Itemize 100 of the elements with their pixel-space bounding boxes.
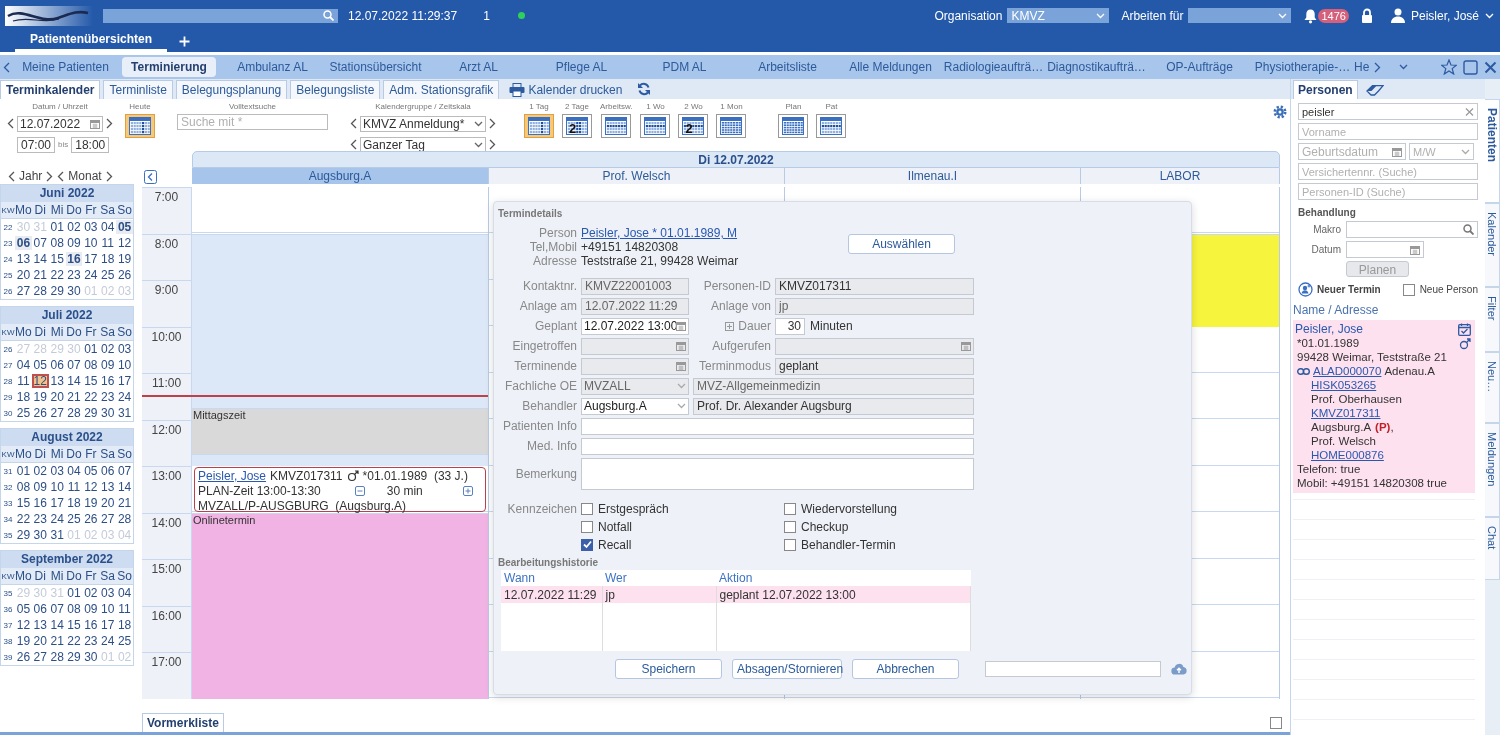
add-person-icon[interactable] (1298, 282, 1313, 297)
calendar-day[interactable]: 29 (48, 284, 66, 298)
checkbox[interactable] (784, 502, 796, 515)
module-tab[interactable]: Meine Patienten (14, 57, 117, 77)
calendar-icon[interactable] (676, 321, 686, 331)
dialog-button[interactable]: Absagen/Stornieren (732, 659, 842, 679)
calendar-day[interactable]: 13 (99, 480, 117, 494)
calendar-day[interactable]: 25 (99, 268, 117, 282)
calendar-day[interactable]: 19 (15, 634, 32, 648)
view-button[interactable] (716, 114, 747, 138)
side-tab[interactable]: Neu… (1485, 351, 1500, 423)
calendar-day[interactable]: 05 (116, 220, 133, 234)
calendar-day[interactable]: 29 (15, 528, 32, 542)
module-tab[interactable]: Radiologieaufträ… (942, 57, 1045, 77)
calendar-day[interactable]: 22 (15, 512, 32, 526)
calendar-day[interactable]: 19 (116, 252, 133, 266)
view-button[interactable] (601, 114, 632, 138)
calendar-day[interactable]: 10 (48, 480, 66, 494)
text-field[interactable]: KMVZ017311 (775, 277, 974, 295)
calendar-day[interactable]: 07 (65, 358, 83, 372)
module-tab[interactable]: Arbeitsliste (736, 57, 839, 77)
sub-tab[interactable]: Belegungsliste (290, 80, 381, 99)
sub-tab[interactable]: Belegungsplanung (175, 80, 288, 99)
calendar-day[interactable]: 15 (65, 618, 83, 632)
calendar-day[interactable]: 21 (65, 390, 83, 404)
chevron-down-icon[interactable] (474, 120, 483, 127)
calendar-day[interactable]: 11 (99, 236, 117, 250)
minus-box-icon[interactable] (354, 486, 365, 496)
input-field[interactable]: Personen-ID (Suche) (1298, 183, 1478, 200)
upload-field[interactable] (985, 661, 1161, 677)
calendar-day[interactable]: 30 (65, 284, 83, 298)
person-id-link[interactable]: ALAD000070 (1313, 364, 1382, 378)
today-button[interactable] (125, 114, 155, 138)
calendar-day[interactable]: 04 (99, 220, 117, 234)
column-header[interactable]: Prof. Welsch (489, 168, 785, 184)
calendar-day[interactable]: 25 (65, 512, 83, 526)
calendar-day[interactable]: 05 (31, 358, 49, 372)
calendar-day[interactable]: 01 (82, 342, 100, 356)
calendar-day[interactable]: 01 (48, 220, 66, 234)
chevron-left-icon[interactable] (7, 118, 14, 129)
calendar-day[interactable]: 26 (82, 512, 100, 526)
calendar-day[interactable]: 15 (15, 496, 32, 510)
calendar-day[interactable]: 20 (48, 390, 66, 404)
module-tab[interactable]: OP-Aufträge (1148, 57, 1251, 77)
calendar-day[interactable]: 15 (48, 252, 66, 266)
calendar-day[interactable]: 09 (82, 602, 100, 616)
calendar-day[interactable]: 01 (65, 586, 83, 600)
user-icon[interactable] (1390, 8, 1405, 23)
module-tab[interactable]: Ambulanz AL (221, 57, 324, 77)
calendar-day[interactable]: 30 (31, 528, 49, 542)
side-tab[interactable]: Kalender (1485, 203, 1500, 288)
calendar-day[interactable]: 11 (15, 374, 32, 388)
calendar-day[interactable]: 02 (31, 464, 49, 478)
chevron-right-icon[interactable] (46, 170, 54, 182)
calendar-day[interactable]: 10 (99, 602, 117, 616)
calendar-day[interactable]: 11 (116, 602, 133, 616)
calendar-day[interactable]: 09 (31, 480, 49, 494)
refresh-icon[interactable] (637, 82, 652, 96)
calendar-day[interactable]: 24 (82, 268, 100, 282)
sub-tab[interactable]: Terminkalender (0, 80, 101, 99)
expand-icon[interactable] (725, 321, 735, 331)
module-tab[interactable]: PDM AL (633, 57, 736, 77)
collapse-icon[interactable] (144, 170, 157, 184)
search-field[interactable] (1346, 221, 1478, 238)
calendar-day[interactable]: 15 (82, 374, 100, 388)
calendar-day[interactable]: 21 (116, 496, 133, 510)
calendar-day[interactable]: 06 (31, 602, 49, 616)
chevron-left-icon[interactable] (57, 170, 65, 182)
calendar-day[interactable]: 28 (65, 406, 83, 420)
sub-tab[interactable]: Terminliste (103, 80, 173, 99)
view-button[interactable] (816, 114, 847, 138)
input-field[interactable] (581, 417, 974, 435)
calendar-day[interactable]: 28 (116, 512, 133, 526)
view-button[interactable]: 2 (678, 114, 709, 138)
calendar-day[interactable]: 12 (116, 236, 133, 250)
select-field[interactable]: KMVZ Anmeldung* (360, 115, 486, 132)
calendar-day[interactable]: 11 (65, 480, 83, 494)
user-name[interactable]: Peisler, José (1410, 8, 1479, 23)
calendar-day[interactable]: 25 (15, 406, 32, 420)
plus-box-icon[interactable] (462, 486, 473, 496)
calendar-day[interactable]: 09 (65, 236, 83, 250)
calendar-day[interactable]: 03 (99, 586, 117, 600)
clear-icon[interactable] (1465, 107, 1474, 116)
chevron-down-icon[interactable] (1399, 64, 1409, 70)
search-field[interactable]: Suche mit * (177, 114, 328, 130)
search-field[interactable]: peisler (1298, 103, 1478, 120)
calendar-day[interactable]: 20 (31, 634, 49, 648)
time-field[interactable]: 07:00 (17, 136, 55, 153)
calendar-day[interactable]: 27 (48, 406, 66, 420)
select-button[interactable]: Auswählen (848, 234, 955, 254)
date-field[interactable]: 12.07.2022 13:00 (581, 317, 689, 335)
calendar-day[interactable]: 07 (31, 236, 49, 250)
dialog-button[interactable]: Speichern (615, 659, 722, 679)
view-button[interactable] (778, 114, 809, 138)
module-tab[interactable]: He (1354, 57, 1372, 77)
calendar-day[interactable]: 22 (65, 634, 83, 648)
view-button[interactable] (640, 114, 671, 138)
calendar-day[interactable]: 19 (31, 390, 49, 404)
calendar-day[interactable]: 10 (116, 358, 133, 372)
calendar-day[interactable]: 14 (31, 252, 49, 266)
